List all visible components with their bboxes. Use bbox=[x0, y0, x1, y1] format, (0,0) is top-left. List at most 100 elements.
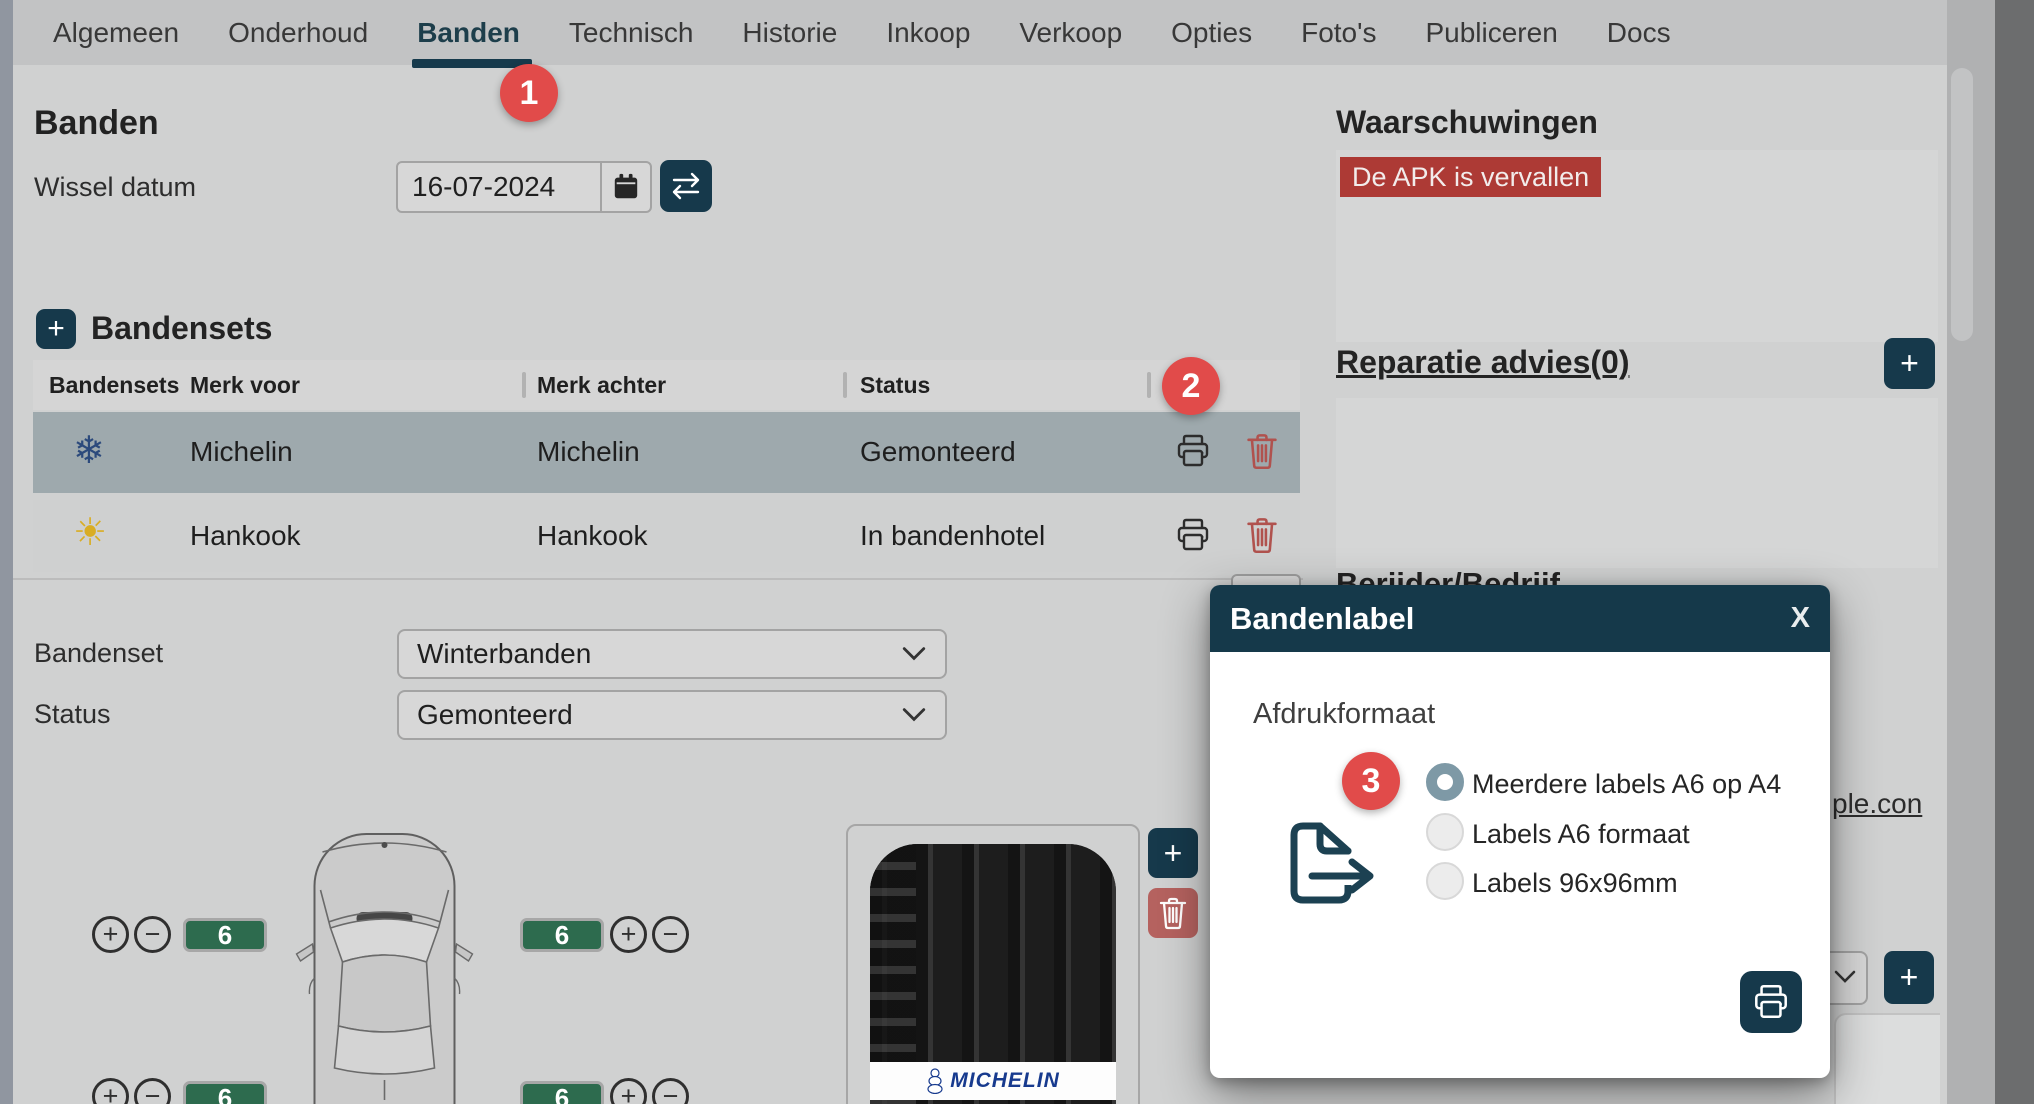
annotation-step-1: 1 bbox=[500, 64, 558, 122]
cell-merk-achter: Michelin bbox=[537, 436, 640, 468]
depth-increase-front-right[interactable]: + bbox=[610, 916, 647, 953]
export-file-icon bbox=[1284, 818, 1388, 915]
car-top-view-diagram bbox=[282, 828, 487, 1104]
col-bandensets: Bandensets bbox=[49, 372, 179, 399]
col-status: Status bbox=[860, 372, 930, 399]
depth-increase-rear-left[interactable]: + bbox=[92, 1078, 129, 1104]
radio-label-labels-a6[interactable]: Labels A6 formaat bbox=[1472, 819, 1690, 850]
table-row-zomerset[interactable]: ☀ Hankook Hankook In bandenhotel bbox=[33, 500, 1300, 572]
tab-banden[interactable]: Banden bbox=[417, 17, 520, 49]
tab-opties[interactable]: Opties bbox=[1171, 17, 1252, 49]
status-select-value: Gemonteerd bbox=[417, 699, 901, 731]
tab-publiceren[interactable]: Publiceren bbox=[1425, 17, 1557, 49]
tab-algemeen[interactable]: Algemeen bbox=[53, 17, 179, 49]
repair-advice-panel bbox=[1336, 398, 1938, 568]
chevron-down-icon bbox=[1833, 969, 1857, 985]
tire-brand-label: MICHELIN bbox=[950, 1069, 1060, 1093]
bandenset-select[interactable]: Winterbanden bbox=[397, 629, 947, 679]
status-label: Status bbox=[34, 699, 111, 730]
cell-merk-achter: Hankook bbox=[537, 520, 648, 552]
tab-banden-label: Banden bbox=[417, 17, 520, 48]
printer-icon bbox=[1173, 516, 1213, 554]
tab-bar: Algemeen Onderhoud Banden Technisch Hist… bbox=[13, 0, 1947, 65]
scrollbar-thumb[interactable] bbox=[1951, 68, 1973, 341]
add-repair-advice-button[interactable]: + bbox=[1884, 338, 1935, 389]
radio-meerdere-a6-op-a4[interactable] bbox=[1426, 763, 1464, 801]
depth-value-front-right[interactable]: 6 bbox=[520, 918, 604, 952]
depth-value-front-left[interactable]: 6 bbox=[183, 918, 267, 952]
depth-increase-front-left[interactable]: + bbox=[92, 916, 129, 953]
modal-title: Bandenlabel bbox=[1230, 601, 1791, 637]
cell-status: In bandenhotel bbox=[860, 520, 1045, 552]
table-row-winterset[interactable]: ❄ Michelin Michelin Gemonteerd bbox=[33, 412, 1300, 493]
delete-set-button[interactable] bbox=[1245, 516, 1289, 556]
app-window: Algemeen Onderhoud Banden Technisch Hist… bbox=[0, 0, 2034, 1104]
depth-increase-rear-right[interactable]: + bbox=[610, 1078, 647, 1104]
warnings-title: Waarschuwingen bbox=[1336, 104, 1598, 141]
michelin-label-band: MICHELIN bbox=[870, 1062, 1116, 1100]
tab-verkoop[interactable]: Verkoop bbox=[1019, 17, 1122, 49]
partial-panel bbox=[1834, 1013, 1940, 1104]
tire-photo: MICHELIN bbox=[870, 844, 1116, 1104]
tab-onderhoud[interactable]: Onderhoud bbox=[228, 17, 368, 49]
modal-header: Bandenlabel X bbox=[1210, 585, 1830, 652]
clipped-input-top bbox=[1231, 574, 1301, 585]
radio-label-labels-96x96[interactable]: Labels 96x96mm bbox=[1472, 868, 1678, 899]
swap-arrows-icon bbox=[669, 172, 703, 200]
depth-value-rear-right[interactable]: 6 bbox=[520, 1081, 604, 1104]
chevron-down-icon bbox=[901, 645, 927, 663]
add-tire-photo-button[interactable]: + bbox=[1148, 828, 1198, 878]
tab-historie[interactable]: Historie bbox=[742, 17, 837, 49]
wissel-datum-label: Wissel datum bbox=[34, 172, 196, 203]
depth-decrease-front-right[interactable]: − bbox=[652, 916, 689, 953]
tab-inkoop[interactable]: Inkoop bbox=[886, 17, 970, 49]
add-item-button[interactable]: + bbox=[1884, 951, 1934, 1004]
print-label-button[interactable] bbox=[1173, 516, 1217, 556]
radio-labels-a6[interactable] bbox=[1426, 813, 1464, 851]
annotation-step-2: 2 bbox=[1162, 357, 1220, 415]
trash-icon bbox=[1245, 432, 1279, 470]
swap-tires-button[interactable] bbox=[660, 160, 712, 212]
annotation-step-3: 3 bbox=[1342, 752, 1400, 810]
delete-set-button[interactable] bbox=[1245, 432, 1289, 472]
table-divider bbox=[13, 578, 1303, 580]
page-title: Banden bbox=[34, 104, 159, 143]
car-illustration bbox=[282, 828, 487, 1104]
bandenset-select-value: Winterbanden bbox=[417, 638, 901, 670]
partial-email-link[interactable]: ple.con bbox=[1832, 788, 1922, 820]
calendar-icon[interactable] bbox=[600, 163, 650, 211]
wissel-datum-value[interactable]: 16-07-2024 bbox=[398, 171, 600, 203]
repair-advice-heading[interactable]: Reparatie advies(0) bbox=[1336, 344, 1629, 381]
chevron-down-icon bbox=[901, 706, 927, 724]
bandenlabel-modal: Bandenlabel X Afdrukformaat Meerdere lab… bbox=[1210, 585, 1830, 1078]
wissel-datum-input[interactable]: 16-07-2024 bbox=[396, 161, 652, 213]
modal-print-button[interactable] bbox=[1740, 971, 1802, 1033]
column-divider bbox=[522, 372, 526, 398]
snowflake-icon: ❄ bbox=[73, 432, 105, 470]
tab-fotos[interactable]: Foto's bbox=[1301, 17, 1376, 49]
active-tab-indicator bbox=[412, 59, 532, 68]
delete-tire-photo-button[interactable] bbox=[1148, 888, 1198, 938]
add-bandenset-button[interactable]: + bbox=[36, 309, 76, 349]
window-edge-strip bbox=[1995, 0, 2034, 1104]
column-divider bbox=[843, 372, 847, 398]
depth-value-rear-left[interactable]: 6 bbox=[183, 1081, 267, 1104]
print-label-button[interactable] bbox=[1173, 432, 1217, 472]
tire-photo-frame: MICHELIN bbox=[846, 824, 1140, 1104]
depth-decrease-front-left[interactable]: − bbox=[134, 916, 171, 953]
close-icon[interactable]: X bbox=[1791, 602, 1810, 635]
tab-technisch[interactable]: Technisch bbox=[569, 17, 694, 49]
bandensets-title: Bandensets bbox=[91, 310, 272, 347]
trash-icon bbox=[1158, 896, 1188, 930]
bandenset-label: Bandenset bbox=[34, 638, 163, 669]
cell-merk-voor: Michelin bbox=[190, 436, 293, 468]
apk-warning-badge: De APK is vervallen bbox=[1340, 157, 1601, 197]
afdrukformaat-label: Afdrukformaat bbox=[1253, 698, 1435, 731]
michelin-man-icon bbox=[926, 1068, 944, 1094]
radio-label-meerdere-a6-op-a4[interactable]: Meerdere labels A6 op A4 bbox=[1472, 769, 1781, 800]
depth-decrease-rear-right[interactable]: − bbox=[652, 1078, 689, 1104]
radio-labels-96x96[interactable] bbox=[1426, 862, 1464, 900]
tab-docs[interactable]: Docs bbox=[1607, 17, 1671, 49]
depth-decrease-rear-left[interactable]: − bbox=[134, 1078, 171, 1104]
status-select[interactable]: Gemonteerd bbox=[397, 690, 947, 740]
